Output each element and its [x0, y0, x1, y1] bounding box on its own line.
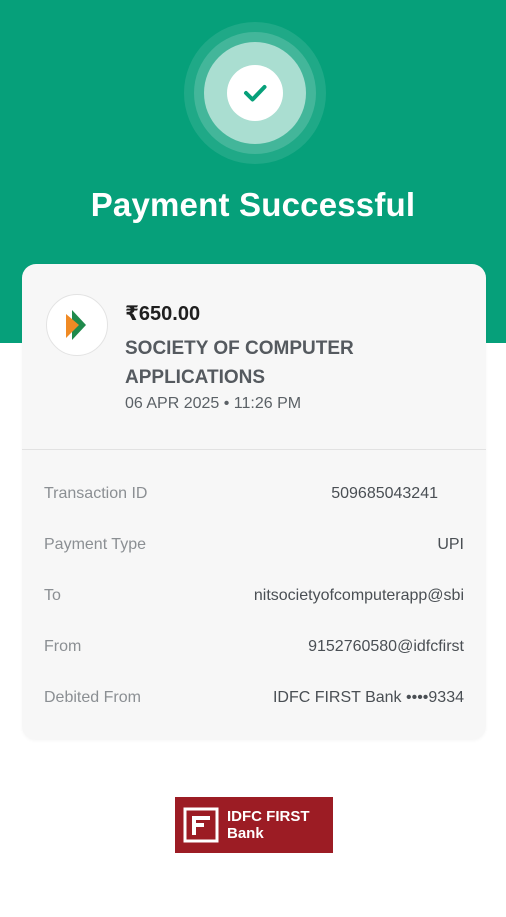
to-label: To [44, 587, 61, 604]
bank-name-line1: IDFC FIRST [227, 808, 310, 825]
bank-name-line2: Bank [227, 825, 264, 842]
payment-type-value: UPI [437, 536, 464, 553]
transaction-id-value: 509685043241 [331, 485, 438, 502]
from-label: From [44, 638, 82, 655]
debited-from-label: Debited From [44, 689, 141, 706]
from-value: 9152760580@idfcfirst [308, 638, 464, 655]
payee-name-line1: SOCIETY OF COMPUTER [125, 338, 354, 359]
transaction-card: ₹650.00 SOCIETY OF COMPUTER APPLICATIONS… [22, 264, 486, 740]
debited-from-value: IDFC FIRST Bank ••••9334 [272, 689, 464, 706]
card-divider [22, 449, 486, 450]
payee-name-line2: APPLICATIONS [125, 367, 266, 388]
to-value: nitsocietyofcomputerapp@sbi [253, 587, 464, 604]
transaction-id-label: Transaction ID [44, 485, 148, 502]
page-title: Payment Successful [90, 186, 416, 223]
idfc-logo-icon [183, 807, 219, 843]
idfc-first-bank-logo: IDFC FIRST Bank [175, 797, 333, 853]
payment-amount: ₹650.00 [125, 303, 201, 325]
check-icon [227, 65, 283, 121]
bhim-upi-logo-icon [46, 294, 108, 356]
payee-name: SOCIETY OF COMPUTER APPLICATIONS [125, 334, 445, 392]
payment-type-label: Payment Type [44, 536, 146, 553]
bank-name: IDFC FIRST Bank [227, 808, 310, 842]
payment-datetime: 06 APR 2025 • 11:26 PM [125, 395, 302, 412]
